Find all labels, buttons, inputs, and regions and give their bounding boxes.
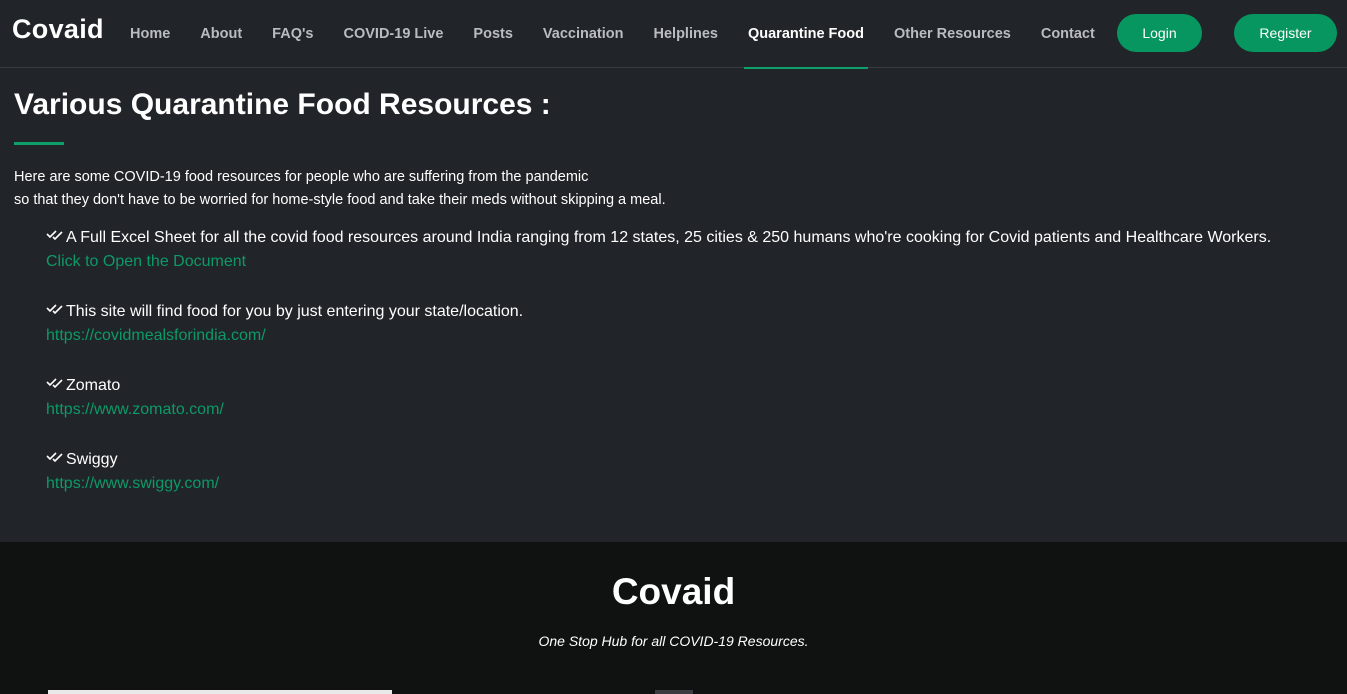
nav-item-posts[interactable]: Posts — [458, 0, 528, 68]
intro-text: Here are some COVID-19 food resources fo… — [14, 166, 666, 212]
nav-item-covid-live[interactable]: COVID-19 Live — [329, 0, 459, 68]
nav-item-faqs[interactable]: FAQ's — [257, 0, 328, 68]
double-check-icon — [46, 230, 63, 241]
login-button[interactable]: Login — [1117, 14, 1202, 52]
nav-item-quarantine-food[interactable]: Quarantine Food — [733, 0, 879, 69]
resource-link[interactable]: https://www.zomato.com/ — [46, 398, 1341, 422]
brand-logo[interactable]: Covaid — [12, 14, 104, 45]
navbar: Covaid Home About FAQ's COVID-19 Live Po… — [0, 0, 1347, 69]
footer-button-edge — [655, 690, 693, 694]
resource-link[interactable]: https://www.swiggy.com/ — [46, 472, 1341, 496]
double-check-icon — [46, 378, 63, 389]
footer-brand: Covaid — [611, 571, 736, 612]
nav-item-home[interactable]: Home — [115, 0, 185, 68]
resource-description: Zomato — [66, 377, 121, 394]
double-check-icon — [46, 452, 63, 463]
resource-description: A Full Excel Sheet for all the covid foo… — [66, 229, 1272, 246]
nav-item-helplines[interactable]: Helplines — [639, 0, 733, 68]
register-button[interactable]: Register — [1234, 14, 1337, 52]
nav-item-contact[interactable]: Contact — [1026, 0, 1110, 68]
page-title: Various Quarantine Food Resources : — [14, 88, 551, 121]
resource-description: This site will find food for you by just… — [66, 303, 524, 320]
resource-link[interactable]: https://covidmealsforindia.com/ — [46, 324, 1341, 348]
main-content: Various Quarantine Food Resources : Here… — [0, 69, 1347, 542]
footer-tagline: One Stop Hub for all COVID-19 Resources. — [538, 633, 809, 649]
list-item: Swiggy https://www.swiggy.com/ — [46, 448, 1341, 522]
list-item: A Full Excel Sheet for all the covid foo… — [46, 226, 1341, 300]
footer-input-edge — [48, 690, 392, 694]
intro-line: so that they don't have to be worried fo… — [14, 192, 666, 208]
title-underline — [14, 142, 64, 145]
nav-item-vaccination[interactable]: Vaccination — [528, 0, 639, 68]
resource-list: A Full Excel Sheet for all the covid foo… — [46, 226, 1341, 522]
nav-menu: Home About FAQ's COVID-19 Live Posts Vac… — [115, 0, 1110, 69]
double-check-icon — [46, 304, 63, 315]
nav-item-about[interactable]: About — [185, 0, 257, 68]
footer: Covaid One Stop Hub for all COVID-19 Res… — [0, 542, 1347, 694]
list-item: This site will find food for you by just… — [46, 300, 1341, 374]
resource-description: Swiggy — [66, 451, 118, 468]
list-item: Zomato https://www.zomato.com/ — [46, 374, 1341, 448]
nav-item-other-resources[interactable]: Other Resources — [879, 0, 1026, 68]
intro-line: Here are some COVID-19 food resources fo… — [14, 169, 589, 185]
resource-link[interactable]: Click to Open the Document — [46, 250, 1341, 274]
